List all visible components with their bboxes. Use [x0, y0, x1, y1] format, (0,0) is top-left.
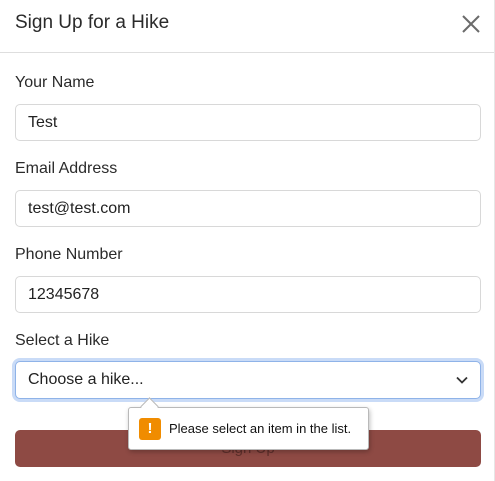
warning-icon: ! — [139, 418, 161, 440]
phone-input[interactable]: 12345678 — [15, 276, 481, 313]
hike-select[interactable]: Choose a hike... — [15, 361, 481, 399]
name-label: Your Name — [15, 74, 95, 91]
close-button[interactable] — [460, 13, 482, 35]
validation-message: Please select an item in the list. — [169, 421, 352, 436]
name-input[interactable]: Test — [15, 104, 481, 141]
email-input[interactable]: test@test.com — [15, 190, 481, 227]
chevron-down-icon — [456, 376, 468, 384]
phone-label: Phone Number — [15, 246, 123, 263]
email-label: Email Address — [15, 160, 118, 177]
tooltip-arrow — [140, 397, 159, 416]
close-icon — [462, 15, 480, 33]
validation-tooltip: ! Please select an item in the list. — [128, 397, 369, 450]
hike-label: Select a Hike — [15, 332, 110, 349]
hike-select-value: Choose a hike... — [28, 371, 144, 388]
signup-modal: Sign Up for a Hike Your Name Test Email … — [0, 0, 495, 481]
modal-title: Sign Up for a Hike — [15, 12, 170, 33]
modal-header: Sign Up for a Hike — [0, 0, 494, 53]
